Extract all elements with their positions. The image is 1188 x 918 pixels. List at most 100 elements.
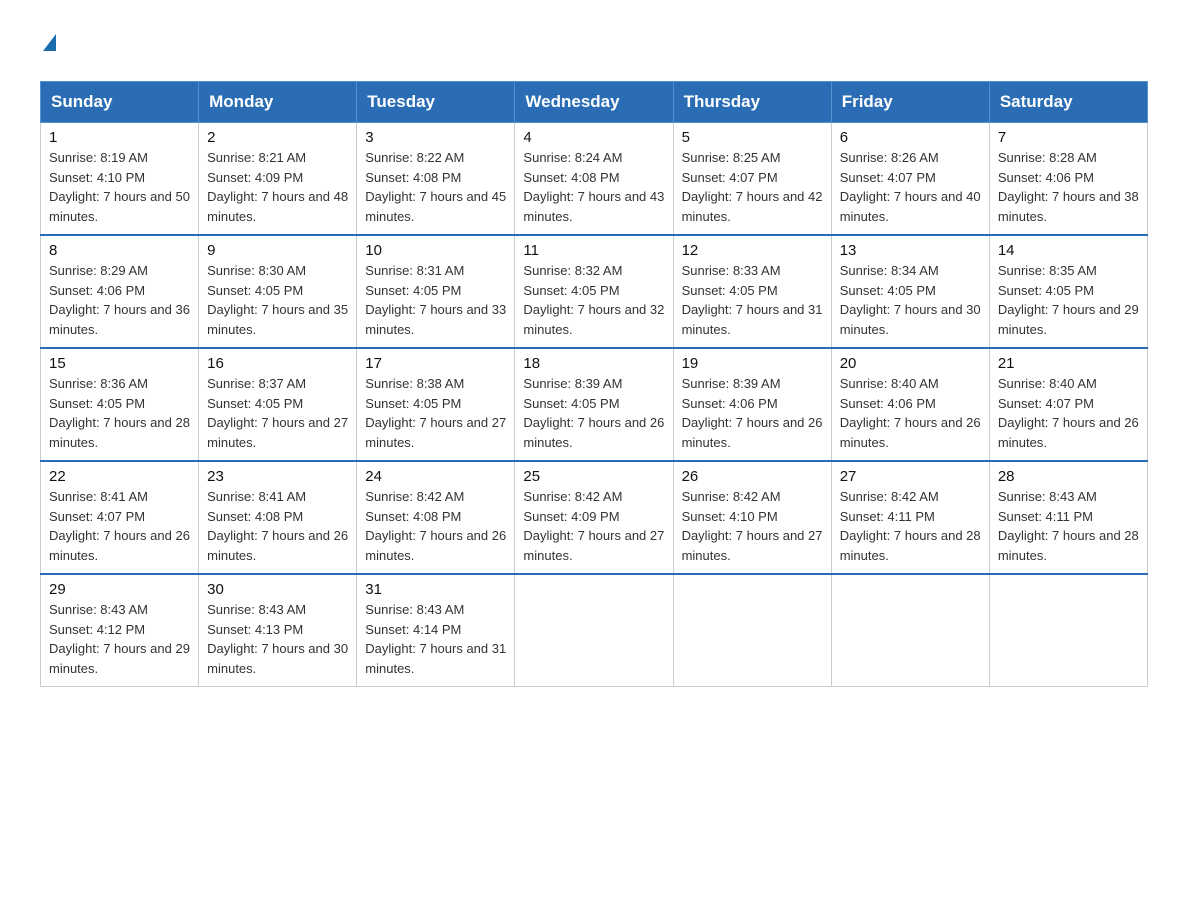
calendar-header-sunday: Sunday [41,82,199,123]
day-info: Sunrise: 8:43 AMSunset: 4:12 PMDaylight:… [49,600,190,678]
day-info: Sunrise: 8:29 AMSunset: 4:06 PMDaylight:… [49,261,190,339]
day-number: 12 [682,242,823,259]
calendar-cell [831,574,989,687]
calendar-cell: 2 Sunrise: 8:21 AMSunset: 4:09 PMDayligh… [199,123,357,236]
calendar-cell: 11 Sunrise: 8:32 AMSunset: 4:05 PMDaylig… [515,235,673,348]
day-number: 24 [365,468,506,485]
calendar-cell: 10 Sunrise: 8:31 AMSunset: 4:05 PMDaylig… [357,235,515,348]
calendar-cell: 12 Sunrise: 8:33 AMSunset: 4:05 PMDaylig… [673,235,831,348]
day-info: Sunrise: 8:40 AMSunset: 4:07 PMDaylight:… [998,374,1139,452]
day-number: 6 [840,129,981,146]
day-number: 4 [523,129,664,146]
day-info: Sunrise: 8:43 AMSunset: 4:14 PMDaylight:… [365,600,506,678]
day-number: 19 [682,355,823,372]
day-number: 16 [207,355,348,372]
calendar-header-friday: Friday [831,82,989,123]
calendar-cell: 24 Sunrise: 8:42 AMSunset: 4:08 PMDaylig… [357,461,515,574]
calendar-cell: 30 Sunrise: 8:43 AMSunset: 4:13 PMDaylig… [199,574,357,687]
day-number: 2 [207,129,348,146]
calendar-header-saturday: Saturday [989,82,1147,123]
day-info: Sunrise: 8:43 AMSunset: 4:11 PMDaylight:… [998,487,1139,565]
calendar-week-row: 8 Sunrise: 8:29 AMSunset: 4:06 PMDayligh… [41,235,1148,348]
day-number: 9 [207,242,348,259]
calendar-cell: 17 Sunrise: 8:38 AMSunset: 4:05 PMDaylig… [357,348,515,461]
calendar-cell: 9 Sunrise: 8:30 AMSunset: 4:05 PMDayligh… [199,235,357,348]
calendar-cell: 28 Sunrise: 8:43 AMSunset: 4:11 PMDaylig… [989,461,1147,574]
day-number: 10 [365,242,506,259]
day-info: Sunrise: 8:40 AMSunset: 4:06 PMDaylight:… [840,374,981,452]
day-number: 22 [49,468,190,485]
calendar-cell: 22 Sunrise: 8:41 AMSunset: 4:07 PMDaylig… [41,461,199,574]
day-info: Sunrise: 8:30 AMSunset: 4:05 PMDaylight:… [207,261,348,339]
calendar-cell: 14 Sunrise: 8:35 AMSunset: 4:05 PMDaylig… [989,235,1147,348]
day-info: Sunrise: 8:25 AMSunset: 4:07 PMDaylight:… [682,148,823,226]
calendar-cell: 1 Sunrise: 8:19 AMSunset: 4:10 PMDayligh… [41,123,199,236]
logo [40,30,56,61]
calendar-cell: 20 Sunrise: 8:40 AMSunset: 4:06 PMDaylig… [831,348,989,461]
day-number: 11 [523,242,664,259]
calendar-table: SundayMondayTuesdayWednesdayThursdayFrid… [40,81,1148,687]
day-info: Sunrise: 8:32 AMSunset: 4:05 PMDaylight:… [523,261,664,339]
day-info: Sunrise: 8:41 AMSunset: 4:07 PMDaylight:… [49,487,190,565]
day-number: 20 [840,355,981,372]
day-number: 5 [682,129,823,146]
day-number: 29 [49,581,190,598]
day-info: Sunrise: 8:36 AMSunset: 4:05 PMDaylight:… [49,374,190,452]
calendar-cell: 7 Sunrise: 8:28 AMSunset: 4:06 PMDayligh… [989,123,1147,236]
day-number: 14 [998,242,1139,259]
calendar-cell: 6 Sunrise: 8:26 AMSunset: 4:07 PMDayligh… [831,123,989,236]
calendar-week-row: 15 Sunrise: 8:36 AMSunset: 4:05 PMDaylig… [41,348,1148,461]
day-info: Sunrise: 8:31 AMSunset: 4:05 PMDaylight:… [365,261,506,339]
calendar-week-row: 22 Sunrise: 8:41 AMSunset: 4:07 PMDaylig… [41,461,1148,574]
day-number: 21 [998,355,1139,372]
calendar-cell [989,574,1147,687]
calendar-week-row: 1 Sunrise: 8:19 AMSunset: 4:10 PMDayligh… [41,123,1148,236]
day-number: 15 [49,355,190,372]
day-number: 7 [998,129,1139,146]
day-info: Sunrise: 8:19 AMSunset: 4:10 PMDaylight:… [49,148,190,226]
day-number: 25 [523,468,664,485]
day-info: Sunrise: 8:41 AMSunset: 4:08 PMDaylight:… [207,487,348,565]
calendar-cell: 8 Sunrise: 8:29 AMSunset: 4:06 PMDayligh… [41,235,199,348]
calendar-header-tuesday: Tuesday [357,82,515,123]
calendar-cell: 13 Sunrise: 8:34 AMSunset: 4:05 PMDaylig… [831,235,989,348]
day-info: Sunrise: 8:35 AMSunset: 4:05 PMDaylight:… [998,261,1139,339]
calendar-header-thursday: Thursday [673,82,831,123]
calendar-header-wednesday: Wednesday [515,82,673,123]
day-info: Sunrise: 8:42 AMSunset: 4:09 PMDaylight:… [523,487,664,565]
calendar-cell: 23 Sunrise: 8:41 AMSunset: 4:08 PMDaylig… [199,461,357,574]
day-info: Sunrise: 8:33 AMSunset: 4:05 PMDaylight:… [682,261,823,339]
day-info: Sunrise: 8:26 AMSunset: 4:07 PMDaylight:… [840,148,981,226]
calendar-cell: 15 Sunrise: 8:36 AMSunset: 4:05 PMDaylig… [41,348,199,461]
calendar-cell: 31 Sunrise: 8:43 AMSunset: 4:14 PMDaylig… [357,574,515,687]
calendar-header-monday: Monday [199,82,357,123]
calendar-cell: 25 Sunrise: 8:42 AMSunset: 4:09 PMDaylig… [515,461,673,574]
calendar-cell: 27 Sunrise: 8:42 AMSunset: 4:11 PMDaylig… [831,461,989,574]
day-info: Sunrise: 8:22 AMSunset: 4:08 PMDaylight:… [365,148,506,226]
day-number: 26 [682,468,823,485]
calendar-header-row: SundayMondayTuesdayWednesdayThursdayFrid… [41,82,1148,123]
day-info: Sunrise: 8:43 AMSunset: 4:13 PMDaylight:… [207,600,348,678]
calendar-cell: 3 Sunrise: 8:22 AMSunset: 4:08 PMDayligh… [357,123,515,236]
calendar-cell [515,574,673,687]
day-info: Sunrise: 8:21 AMSunset: 4:09 PMDaylight:… [207,148,348,226]
page-header [40,30,1148,61]
day-info: Sunrise: 8:39 AMSunset: 4:05 PMDaylight:… [523,374,664,452]
day-number: 31 [365,581,506,598]
day-number: 17 [365,355,506,372]
day-info: Sunrise: 8:38 AMSunset: 4:05 PMDaylight:… [365,374,506,452]
calendar-cell: 26 Sunrise: 8:42 AMSunset: 4:10 PMDaylig… [673,461,831,574]
day-info: Sunrise: 8:24 AMSunset: 4:08 PMDaylight:… [523,148,664,226]
calendar-week-row: 29 Sunrise: 8:43 AMSunset: 4:12 PMDaylig… [41,574,1148,687]
day-number: 27 [840,468,981,485]
day-info: Sunrise: 8:28 AMSunset: 4:06 PMDaylight:… [998,148,1139,226]
calendar-cell: 5 Sunrise: 8:25 AMSunset: 4:07 PMDayligh… [673,123,831,236]
day-info: Sunrise: 8:42 AMSunset: 4:10 PMDaylight:… [682,487,823,565]
day-info: Sunrise: 8:42 AMSunset: 4:08 PMDaylight:… [365,487,506,565]
day-info: Sunrise: 8:34 AMSunset: 4:05 PMDaylight:… [840,261,981,339]
day-number: 1 [49,129,190,146]
day-info: Sunrise: 8:39 AMSunset: 4:06 PMDaylight:… [682,374,823,452]
day-number: 23 [207,468,348,485]
calendar-cell: 29 Sunrise: 8:43 AMSunset: 4:12 PMDaylig… [41,574,199,687]
day-number: 3 [365,129,506,146]
